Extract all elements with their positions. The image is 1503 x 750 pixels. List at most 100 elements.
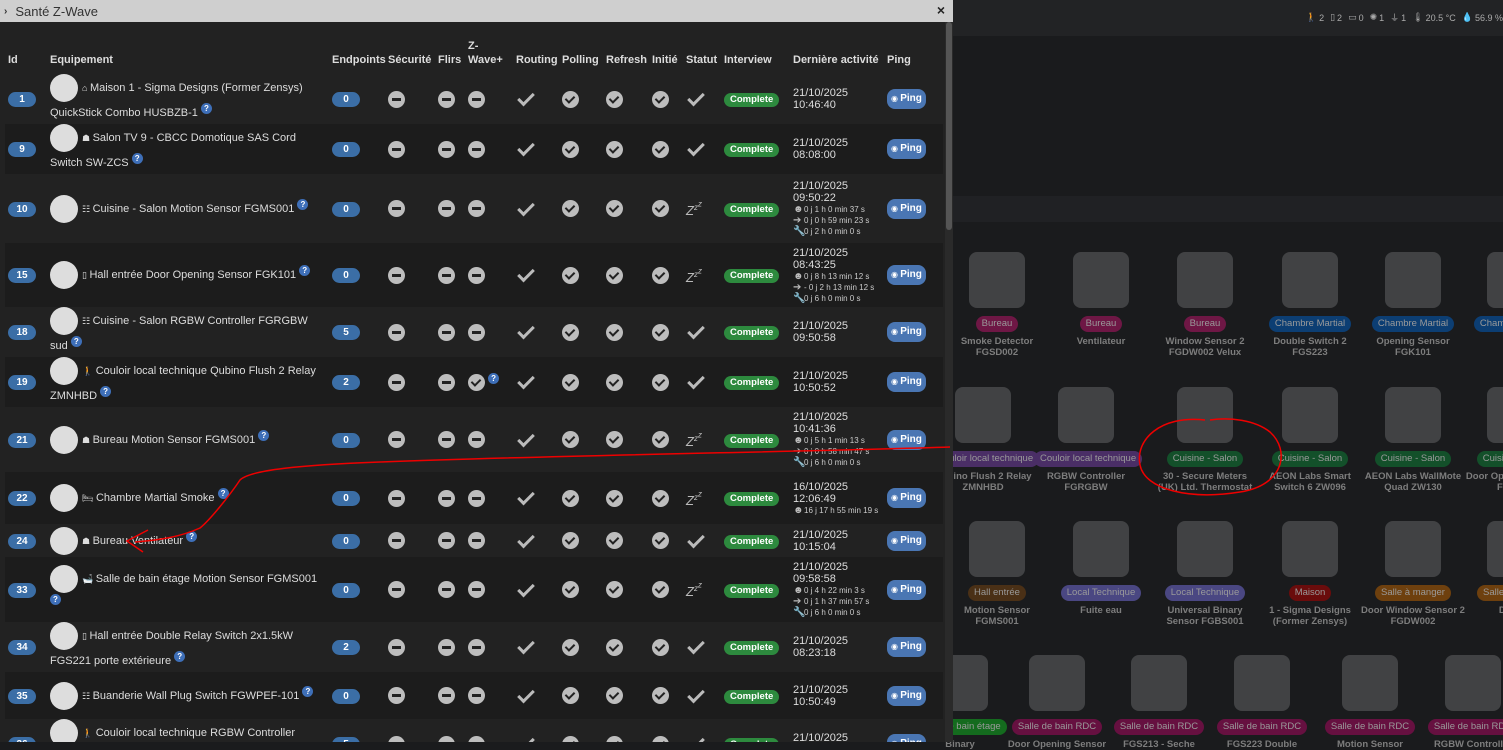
device-id-badge[interactable]: 33 — [8, 582, 36, 598]
ping-button[interactable]: ◉ Ping — [887, 139, 926, 159]
device-card[interactable]: Local Technique Fuite eau — [1049, 521, 1153, 616]
help-icon[interactable]: ? — [488, 372, 500, 384]
ping-button[interactable]: ◉ Ping — [887, 265, 926, 285]
device-id-badge[interactable]: 22 — [8, 491, 36, 506]
help-icon[interactable]: ? — [297, 198, 309, 210]
room-tag: Chambre Martial — [1268, 316, 1352, 332]
device-card[interactable]: Cuisine - Salon 30 - Secure Meters (UK) L… — [1153, 387, 1257, 493]
status-item[interactable]: 💧 56.9 % — [1462, 11, 1503, 24]
device-card[interactable]: Chambre Martial — [1463, 252, 1503, 336]
device-card[interactable]: Salle de bain RDC RGBW Controller — [1421, 655, 1503, 750]
device-card[interactable]: Cuisine - Salon Door Opening Sensor FGK10… — [1463, 387, 1503, 493]
device-image — [1342, 655, 1398, 711]
status-item[interactable]: ⏚ 1 — [1390, 11, 1406, 24]
device-id-badge[interactable]: 21 — [8, 432, 36, 448]
last-activity-date: 21/10/2025 — [793, 732, 849, 742]
ping-button[interactable]: ◉ Ping — [887, 734, 926, 742]
device-name[interactable]: Bureau Ventilateur — [93, 534, 184, 546]
help-icon[interactable]: ? — [50, 593, 61, 605]
wrench-icon: 🔧 — [793, 607, 806, 618]
status-item[interactable]: 🌡 20.5 °C — [1412, 11, 1456, 24]
device-card[interactable]: Cuisine - Salon AEON Labs Smart Switch 6 … — [1258, 387, 1362, 493]
status-check-icon — [687, 636, 705, 655]
device-card[interactable]: Salle de bain RDC FGS213 - Seche — [1107, 655, 1211, 750]
help-icon[interactable]: ? — [217, 488, 229, 500]
help-icon[interactable]: ? — [258, 429, 270, 441]
device-id-badge[interactable]: 19 — [8, 375, 36, 390]
health-table: Id Equipement Endpoints Sécurité Flirs Z-Wave… — [5, 36, 943, 742]
flirs-none-icon — [438, 581, 455, 599]
last-activity-date: 21/10/2025 — [793, 370, 849, 382]
device-id-badge[interactable]: 9 — [8, 142, 36, 157]
device-card[interactable]: Salle de bain RDC Motion Sensor — [1318, 655, 1422, 750]
close-button[interactable]: × — [937, 2, 945, 18]
device-card[interactable]: Couloir local technique RGBW Controller F… — [1034, 387, 1143, 493]
ping-button[interactable]: ◉ Ping — [887, 89, 926, 109]
device-name[interactable]: Chambre Martial Smoke — [96, 492, 215, 504]
chevron-right-icon[interactable]: › — [4, 6, 7, 17]
device-card[interactable]: Bureau Ventilateur — [1049, 252, 1153, 347]
device-card[interactable]: Salle de bain RDC Door Opening Sensor — [1005, 655, 1109, 750]
status-item[interactable]: ▭ 0 — [1348, 11, 1364, 24]
device-card[interactable]: Bureau Smoke Detector FGSD002 — [945, 252, 1049, 358]
routing-check-icon — [517, 685, 535, 703]
device-id-badge[interactable]: 18 — [8, 325, 36, 340]
help-icon[interactable]: ? — [100, 386, 112, 398]
ping-button[interactable]: ◉ Ping — [887, 488, 926, 508]
device-id-badge[interactable]: 10 — [8, 201, 36, 217]
ping-button[interactable]: ◉ Ping — [887, 198, 926, 219]
device-card[interactable]: Cuisine - Salon AEON Labs WallMote Quad Z… — [1361, 387, 1465, 493]
ping-button[interactable]: ◉ Ping — [887, 429, 926, 450]
device-name[interactable]: Bureau Motion Sensor FGMS001 — [93, 433, 256, 445]
device-card[interactable]: Bureau Window Sensor 2 FGDW002 Velux — [1153, 252, 1257, 358]
device-card[interactable]: Chambre Martial Opening Sensor FGK101 — [1361, 252, 1465, 358]
device-id-badge[interactable]: 36 — [8, 737, 36, 742]
ping-button[interactable]: ◉ Ping — [887, 530, 926, 551]
device-name[interactable]: Salle de bain étage Motion Sensor FGMS00… — [96, 572, 317, 584]
device-card[interactable]: Maison 1 - Sigma Designs (Former Zensys) — [1258, 521, 1362, 627]
activity-detail: ➔ - 0 j 2 h 13 min 12 s — [793, 282, 881, 293]
ping-button[interactable]: ◉ Ping — [887, 322, 926, 342]
device-thumbnail — [50, 526, 78, 555]
device-card[interactable]: Local Technique Universal Binary Sensor F… — [1153, 521, 1257, 627]
help-icon[interactable]: ? — [131, 153, 143, 165]
scrollbar-thumb[interactable] — [946, 22, 952, 230]
device-card[interactable]: Hall entrée Motion Sensor FGMS001 — [945, 521, 1049, 627]
device-id-badge[interactable]: 15 — [8, 268, 36, 283]
device-id-badge[interactable]: 35 — [8, 688, 36, 704]
initiated-check-icon — [652, 431, 669, 449]
status-item[interactable]: ▯ 2 — [1330, 11, 1342, 24]
ping-label: Ping — [900, 689, 922, 701]
device-card[interactable]: Chambre Martial Double Switch 2 FGS223 — [1258, 252, 1362, 358]
device-card[interactable]: Salle de bain RDC FGS223 Double — [1210, 655, 1314, 750]
kitchen-icon: ☷ — [82, 315, 93, 326]
status-item[interactable]: ✺ 1 — [1370, 11, 1385, 24]
device-name[interactable]: Hall entrée Door Opening Sensor FGK101 — [89, 269, 296, 281]
help-icon[interactable]: ? — [302, 685, 314, 697]
help-icon[interactable]: ? — [70, 336, 82, 348]
device-id-badge[interactable]: 24 — [8, 533, 36, 549]
device-card[interactable]: Salle à manger Door Window Sensor 2 FGDW0… — [1361, 521, 1465, 627]
device-name[interactable]: Buanderie Wall Plug Switch FGWPEF-101 — [93, 689, 300, 701]
ping-button[interactable]: ◉ Ping — [887, 579, 926, 600]
security-none-icon — [388, 140, 405, 158]
device-card[interactable]: Salle à manger Double — [1463, 521, 1503, 616]
last-activity-date: 21/10/2025 — [793, 320, 849, 332]
device-id-badge[interactable]: 1 — [8, 92, 36, 107]
ping-button[interactable]: ◉ Ping — [887, 637, 926, 657]
ping-button[interactable]: ◉ Ping — [887, 372, 926, 392]
last-activity-date: 21/10/2025 — [793, 137, 849, 149]
status-item[interactable]: 🚶 2 — [1306, 11, 1324, 24]
scrollbar[interactable] — [945, 22, 953, 742]
help-icon[interactable]: ? — [186, 530, 198, 542]
device-label: 1 - Sigma Designs (Former Zensys) — [1269, 605, 1351, 627]
ping-button[interactable]: ◉ Ping — [887, 685, 926, 706]
room-tag: Maison — [1288, 585, 1332, 601]
endpoints-badge: 0 — [332, 582, 360, 598]
help-icon[interactable]: ? — [174, 651, 186, 663]
help-icon[interactable]: ? — [299, 265, 311, 277]
device-name[interactable]: Cuisine - Salon Motion Sensor FGMS001 — [93, 202, 295, 214]
help-icon[interactable]: ? — [201, 103, 212, 115]
polling-check-icon — [562, 200, 579, 218]
device-id-badge[interactable]: 34 — [8, 640, 36, 655]
